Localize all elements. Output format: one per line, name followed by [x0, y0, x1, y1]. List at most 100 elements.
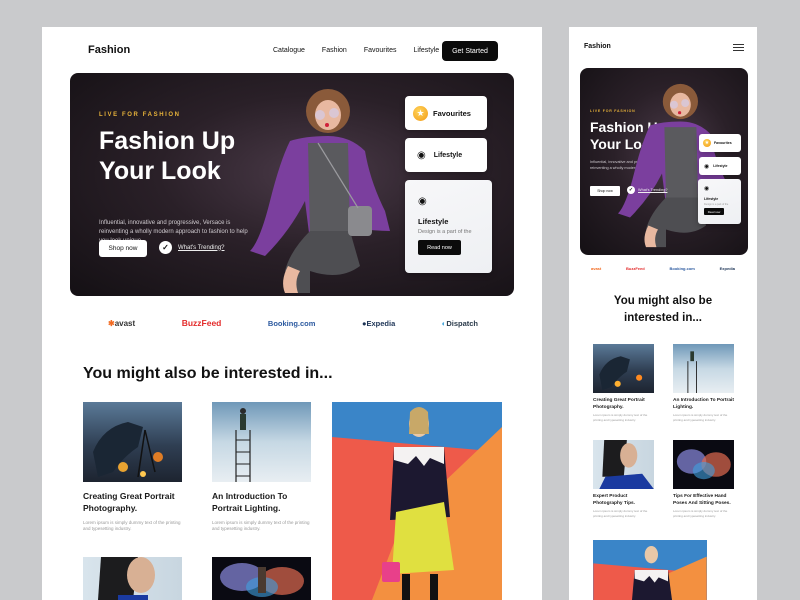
feature-desc: Design is a part of the — [418, 229, 472, 235]
whats-trending-link[interactable]: ✓ What's Trending? — [627, 186, 667, 194]
hero-banner: LIVE FOR FASHION Fashion Up Your Look In… — [580, 68, 748, 255]
brand-buzzfeed: BuzzFeed — [181, 318, 222, 328]
article-thumbnail-volcano-photographer — [83, 402, 182, 482]
article-card[interactable]: Tips For Effective Hand Poses And Sittin… — [673, 440, 737, 518]
article-title[interactable]: Expert Product Photography Tips. — [593, 494, 655, 507]
nav-favourites[interactable]: Favourites — [364, 47, 397, 54]
brand-avast: avast — [591, 266, 602, 271]
hero-banner: LIVE FOR FASHION Fashion Up Your Look In… — [70, 73, 514, 296]
nav-fashion[interactable]: Fashion — [322, 47, 347, 54]
article-card[interactable]: An Introduction To Portrait Lighting. Lo… — [673, 344, 735, 422]
article-excerpt: Lorem ipsum is simply dummy text of the … — [673, 509, 728, 518]
article-thumbnail-ladder-clouds — [212, 402, 311, 482]
read-now-button[interactable]: Read now — [418, 240, 461, 255]
nav-catalogue[interactable]: Catalogue — [273, 47, 305, 54]
section-title: You might also be interested in... — [613, 295, 713, 324]
trending-label: What's Trending? — [638, 188, 668, 192]
desktop-page: Fashion Catalogue Fashion Favourites Lif… — [42, 27, 542, 600]
article-card[interactable]: An Introduction To Portrait Lighting. Lo… — [212, 402, 314, 533]
ladder-illustration — [235, 408, 251, 482]
favourites-card-label: Favourites — [433, 108, 471, 118]
article-thumbnail-color-powder[interactable] — [212, 557, 311, 600]
photographer-illustration — [93, 422, 163, 478]
read-now-button[interactable]: Read now — [704, 208, 724, 215]
brand-buzzfeed: BuzzFeed — [626, 266, 645, 271]
lifestyle-card-label: Lifestyle — [433, 151, 463, 159]
article-thumbnail-ladder-clouds — [673, 344, 734, 393]
hero-model-image — [250, 89, 390, 293]
nav-lifestyle[interactable]: Lifestyle — [414, 47, 440, 54]
featured-fashion-image[interactable] — [593, 540, 707, 600]
hero-title: Fashion Up Your Look — [99, 127, 235, 186]
section-title: You might also be interested in... — [83, 365, 333, 382]
star-icon: ★ — [413, 105, 428, 121]
article-title[interactable]: Tips For Effective Hand Poses And Sittin… — [673, 494, 737, 507]
site-logo[interactable]: Fashion — [88, 44, 130, 56]
article-excerpt: Lorem ipsum is simply dummy text of the … — [673, 413, 728, 422]
article-thumbnail-woman-profile[interactable] — [83, 557, 182, 600]
lifestyle-film-icon: ◉ — [704, 186, 710, 192]
brand-booking: Booking.com — [669, 266, 695, 271]
color-powder-illustration — [676, 449, 731, 480]
woman-profile-illustration — [98, 557, 155, 600]
mobile-page: Fashion LIVE FOR FASHION Fashion Up Your… — [569, 27, 757, 600]
featured-fashion-image[interactable] — [332, 402, 502, 600]
lifestyle-film-icon: ◉ — [704, 163, 710, 170]
favourites-card[interactable]: ★ Favourites — [405, 96, 487, 130]
lifestyle-feature-card[interactable]: ◉ Lifestyle Design is a part of the Read… — [405, 180, 492, 273]
star-icon: ★ — [703, 139, 711, 147]
site-logo[interactable]: Fashion — [584, 43, 611, 50]
avast-logo-icon: ✱ — [108, 318, 115, 328]
lifestyle-card[interactable]: ◉ Lifestyle — [405, 138, 487, 172]
feature-desc: Design is a part of the — [704, 203, 729, 206]
brand-expedia: Expedia — [719, 266, 735, 271]
hero-eyebrow: LIVE FOR FASHION — [99, 112, 181, 118]
article-title[interactable]: An Introduction To Portrait Lighting. — [212, 491, 314, 515]
article-excerpt: Lorem ipsum is simply dummy text of the … — [83, 519, 181, 532]
lifestyle-card-label: Lifestyle — [713, 164, 728, 168]
feature-title: Lifestyle — [418, 217, 449, 226]
hero-title-line1: Fashion Up — [99, 127, 236, 155]
trending-label: What's Trending? — [178, 244, 225, 251]
main-nav: Catalogue Fashion Favourites Lifestyle — [273, 47, 439, 54]
article-card[interactable]: Creating Great Portrait Photography. Lor… — [83, 402, 185, 533]
shop-now-button[interactable]: Shop now — [99, 240, 147, 257]
woman-profile-illustration — [599, 440, 654, 489]
photographer-illustration — [599, 356, 643, 390]
article-card[interactable]: Creating Great Portrait Photography. Lor… — [593, 344, 655, 422]
article-excerpt: Lorem ipsum is simply dummy text of the … — [593, 509, 648, 518]
brand-dispatch: ◐Dispatch — [441, 318, 478, 328]
lifestyle-card[interactable]: ◉ Lifestyle — [699, 157, 741, 175]
article-title[interactable]: Creating Great Portrait Photography. — [593, 398, 655, 411]
color-powder-illustration — [220, 563, 304, 597]
brand-logos: avast BuzzFeed Booking.com Expedia — [591, 266, 735, 271]
article-thumbnail-color-powder — [673, 440, 734, 489]
lifestyle-film-icon: ◉ — [418, 196, 427, 207]
lifestyle-feature-card[interactable]: ◉ Lifestyle Design is a part of the Read… — [698, 179, 741, 224]
article-title[interactable]: Creating Great Portrait Photography. — [83, 491, 185, 515]
article-thumbnail-volcano-photographer — [593, 344, 654, 393]
verified-check-icon: ✓ — [159, 241, 172, 254]
brand-avast: ✱avast — [108, 318, 136, 328]
article-card[interactable]: Expert Product Photography Tips. Lorem i… — [593, 440, 655, 518]
article-title[interactable]: An Introduction To Portrait Lighting. — [673, 398, 735, 411]
model-color-blocks-illustration — [332, 407, 502, 600]
feature-title: Lifestyle — [704, 197, 719, 201]
article-excerpt: Lorem ipsum is simply dummy text of the … — [593, 413, 648, 422]
article-excerpt: Lorem ipsum is simply dummy text of the … — [212, 519, 310, 532]
brand-booking: Booking.com — [267, 318, 316, 328]
favourites-card[interactable]: ★ Favourites — [699, 134, 741, 152]
lifestyle-film-icon: ◉ — [417, 149, 426, 161]
shop-now-button[interactable]: Shop now — [590, 186, 620, 196]
hero-title-line2: Your Look — [99, 156, 221, 185]
hamburger-menu-icon[interactable] — [733, 44, 744, 51]
model-color-blocks-illustration — [593, 546, 707, 600]
get-started-button[interactable]: Get Started — [442, 41, 498, 61]
brand-expedia: ●Expedia — [361, 318, 396, 328]
favourites-card-label: Favourites — [714, 141, 732, 145]
article-thumbnail-woman-profile — [593, 440, 654, 489]
ladder-illustration — [687, 351, 697, 393]
brand-logos: ✱avast BuzzFeed Booking.com ●Expedia ◐Di… — [108, 318, 478, 328]
whats-trending-link[interactable]: ✓ What's Trending? — [159, 241, 225, 254]
verified-check-icon: ✓ — [627, 186, 635, 194]
